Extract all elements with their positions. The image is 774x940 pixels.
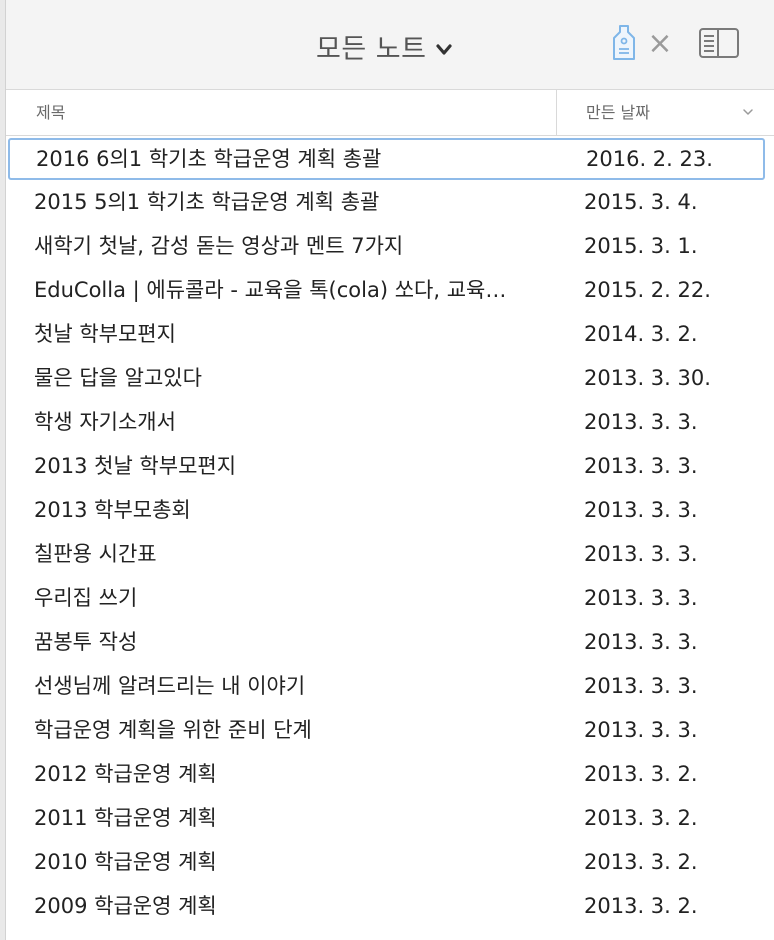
header-bar: 모든 노트 × bbox=[6, 0, 774, 90]
note-title: 2011 학급운영 계획 bbox=[34, 806, 217, 830]
note-row[interactable]: 2011 학급운영 계획 2013. 3. 2. bbox=[6, 796, 768, 840]
note-row[interactable]: 물은 답을 알고있다 2013. 3. 30. bbox=[6, 356, 768, 400]
note-created-date: 2013. 3. 3. bbox=[584, 542, 698, 566]
note-created-date: 2013. 3. 2. bbox=[584, 762, 698, 786]
note-created-date: 2013. 3. 2. bbox=[584, 850, 698, 874]
note-created-date: 2013. 3. 3. bbox=[584, 630, 698, 654]
tag-icon bbox=[613, 25, 635, 60]
note-created-date: 2015. 2. 22. bbox=[584, 278, 711, 302]
note-title: 2015 5의1 학기초 학급운영 계획 총괄 bbox=[34, 190, 380, 214]
note-title: 꿈봉투 작성 bbox=[34, 630, 138, 654]
sidebar-toggle-button[interactable] bbox=[698, 26, 740, 60]
close-icon: × bbox=[647, 26, 673, 61]
note-title: 선생님께 알려드리는 내 이야기 bbox=[34, 674, 306, 698]
clear-tag-filter-button[interactable]: × bbox=[646, 26, 674, 62]
note-row[interactable]: 학급운영 계획을 위한 준비 단계 2013. 3. 3. bbox=[6, 708, 768, 752]
note-created-date: 2014. 3. 2. bbox=[584, 322, 698, 346]
notebook-title: 모든 노트 bbox=[316, 33, 427, 65]
note-row[interactable]: 학생 자기소개서 2013. 3. 3. bbox=[6, 400, 768, 444]
note-row[interactable]: 2009 학급운영 계획 2013. 3. 2. bbox=[6, 884, 768, 928]
note-title: 물은 답을 알고있다 bbox=[34, 366, 202, 390]
note-title: 새학기 첫날, 감성 돋는 영상과 멘트 7가지 bbox=[34, 234, 404, 258]
chevron-down-icon bbox=[436, 44, 453, 55]
note-row[interactable]: 2015 5의1 학기초 학급운영 계획 총괄 2015. 3. 4. bbox=[6, 180, 768, 224]
note-created-date: 2013. 3. 3. bbox=[584, 674, 698, 698]
note-row[interactable]: EduColla | 에듀콜라 - 교육을 톡(cola) 쏘다, 교육… 201… bbox=[6, 268, 768, 312]
note-row[interactable]: 선생님께 알려드리는 내 이야기 2013. 3. 3. bbox=[6, 664, 768, 708]
note-row[interactable]: 2013 첫날 학부모편지 2013. 3. 3. bbox=[6, 444, 768, 488]
note-list-window: 모든 노트 × 제목 만든 날짜 2016 6의1 학기초 학급운영 계획 총괄… bbox=[0, 0, 774, 940]
note-row[interactable]: 2013 학부모총회 2013. 3. 3. bbox=[6, 488, 768, 532]
note-created-date: 2013. 3. 2. bbox=[584, 894, 698, 918]
note-created-date: 2013. 3. 3. bbox=[584, 718, 698, 742]
note-row[interactable]: 꿈봉투 작성 2013. 3. 3. bbox=[6, 620, 768, 664]
note-created-date: 2013. 3. 3. bbox=[584, 410, 698, 434]
note-row[interactable]: 2012 학급운영 계획 2013. 3. 2. bbox=[6, 752, 768, 796]
note-row[interactable]: 2016 6의1 학기초 학급운영 계획 총괄 2016. 2. 23. bbox=[8, 138, 765, 180]
note-list: 2016 6의1 학기초 학급운영 계획 총괄 2016. 2. 23. 2015 … bbox=[6, 136, 774, 928]
note-created-date: 2015. 3. 1. bbox=[584, 234, 698, 258]
note-created-date: 2013. 3. 3. bbox=[584, 454, 698, 478]
note-title: 학생 자기소개서 bbox=[34, 410, 176, 434]
column-header-row: 제목 만든 날짜 bbox=[6, 90, 774, 136]
note-title: 첫날 학부모편지 bbox=[34, 322, 176, 346]
note-title: EduColla | 에듀콜라 - 교육을 톡(cola) 쏘다, 교육… bbox=[34, 278, 507, 302]
sort-chevron-down-icon[interactable] bbox=[742, 107, 754, 117]
column-header-title[interactable]: 제목 bbox=[36, 90, 65, 136]
tag-filter-button[interactable] bbox=[610, 24, 638, 62]
note-created-date: 2016. 2. 23. bbox=[586, 147, 713, 171]
sidebar-toggle-icon bbox=[699, 28, 739, 58]
note-title: 2013 학부모총회 bbox=[34, 498, 191, 522]
notebook-selector-button[interactable]: 모든 노트 bbox=[316, 26, 453, 66]
note-created-date: 2013. 3. 2. bbox=[584, 806, 698, 830]
column-divider[interactable] bbox=[556, 90, 557, 136]
note-row[interactable]: 새학기 첫날, 감성 돋는 영상과 멘트 7가지 2015. 3. 1. bbox=[6, 224, 768, 268]
note-row[interactable]: 첫날 학부모편지 2014. 3. 2. bbox=[6, 312, 768, 356]
note-created-date: 2013. 3. 30. bbox=[584, 366, 711, 390]
note-created-date: 2013. 3. 3. bbox=[584, 498, 698, 522]
note-row[interactable]: 우리집 쓰기 2013. 3. 3. bbox=[6, 576, 768, 620]
note-created-date: 2015. 3. 4. bbox=[584, 190, 698, 214]
note-title: 2012 학급운영 계획 bbox=[34, 762, 217, 786]
note-title: 우리집 쓰기 bbox=[34, 586, 138, 610]
note-row[interactable]: 2010 학급운영 계획 2013. 3. 2. bbox=[6, 840, 768, 884]
note-created-date: 2013. 3. 3. bbox=[584, 586, 698, 610]
note-title: 칠판용 시간표 bbox=[34, 542, 157, 566]
note-title: 2009 학급운영 계획 bbox=[34, 894, 217, 918]
note-title: 2013 첫날 학부모편지 bbox=[34, 454, 237, 478]
note-row[interactable]: 칠판용 시간표 2013. 3. 3. bbox=[6, 532, 768, 576]
column-header-created-date[interactable]: 만든 날짜 bbox=[586, 90, 650, 136]
note-title: 2016 6의1 학기초 학급운영 계획 총괄 bbox=[36, 147, 382, 171]
note-title: 2010 학급운영 계획 bbox=[34, 850, 217, 874]
note-title: 학급운영 계획을 위한 준비 단계 bbox=[34, 718, 312, 742]
